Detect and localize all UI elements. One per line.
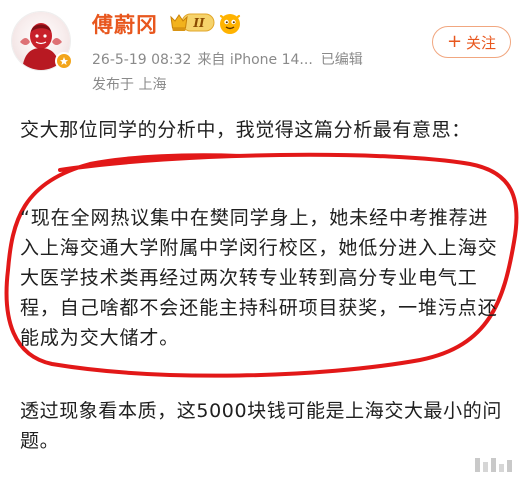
watermark-icon	[475, 458, 512, 472]
post-intro-text: 交大那位同学的分析中，我觉得这篇分析最有意思：	[20, 119, 471, 141]
author-name[interactable]: 傅蔚冈	[92, 9, 158, 39]
follow-label: 关注	[466, 33, 497, 52]
follow-button[interactable]: + 关注	[432, 26, 511, 58]
source-device[interactable]: iPhone 14...	[230, 52, 313, 68]
source-prefix: 来自	[197, 52, 226, 68]
plus-icon: +	[446, 31, 463, 52]
post-meta: 26-5-19 08:32 来自 iPhone 14... 已编辑	[92, 49, 363, 69]
post-closing-text: 透过现象看本质，这5000块钱可能是上海交大最小的问题。	[20, 400, 502, 452]
post-location: 发布于 上海	[92, 77, 167, 93]
quoted-analysis-text: “现在全网热议集中在樊同学身上，她未经中考推荐进入上海交通大学附属中学闵行校区，…	[20, 207, 498, 349]
verified-badge-icon	[55, 52, 73, 70]
post-header: 傅蔚冈 II 26-5-19 08:32 来自 iPhone 14... 已编辑 发…	[0, 0, 526, 100]
post-time: 26-5-19 08:32	[92, 52, 192, 68]
fan-group-badge-icon[interactable]	[218, 11, 242, 35]
vip-crown-badge-icon[interactable]: II	[168, 11, 216, 34]
vip-level-label: II	[192, 16, 205, 30]
edited-label[interactable]: 已编辑	[321, 52, 363, 68]
